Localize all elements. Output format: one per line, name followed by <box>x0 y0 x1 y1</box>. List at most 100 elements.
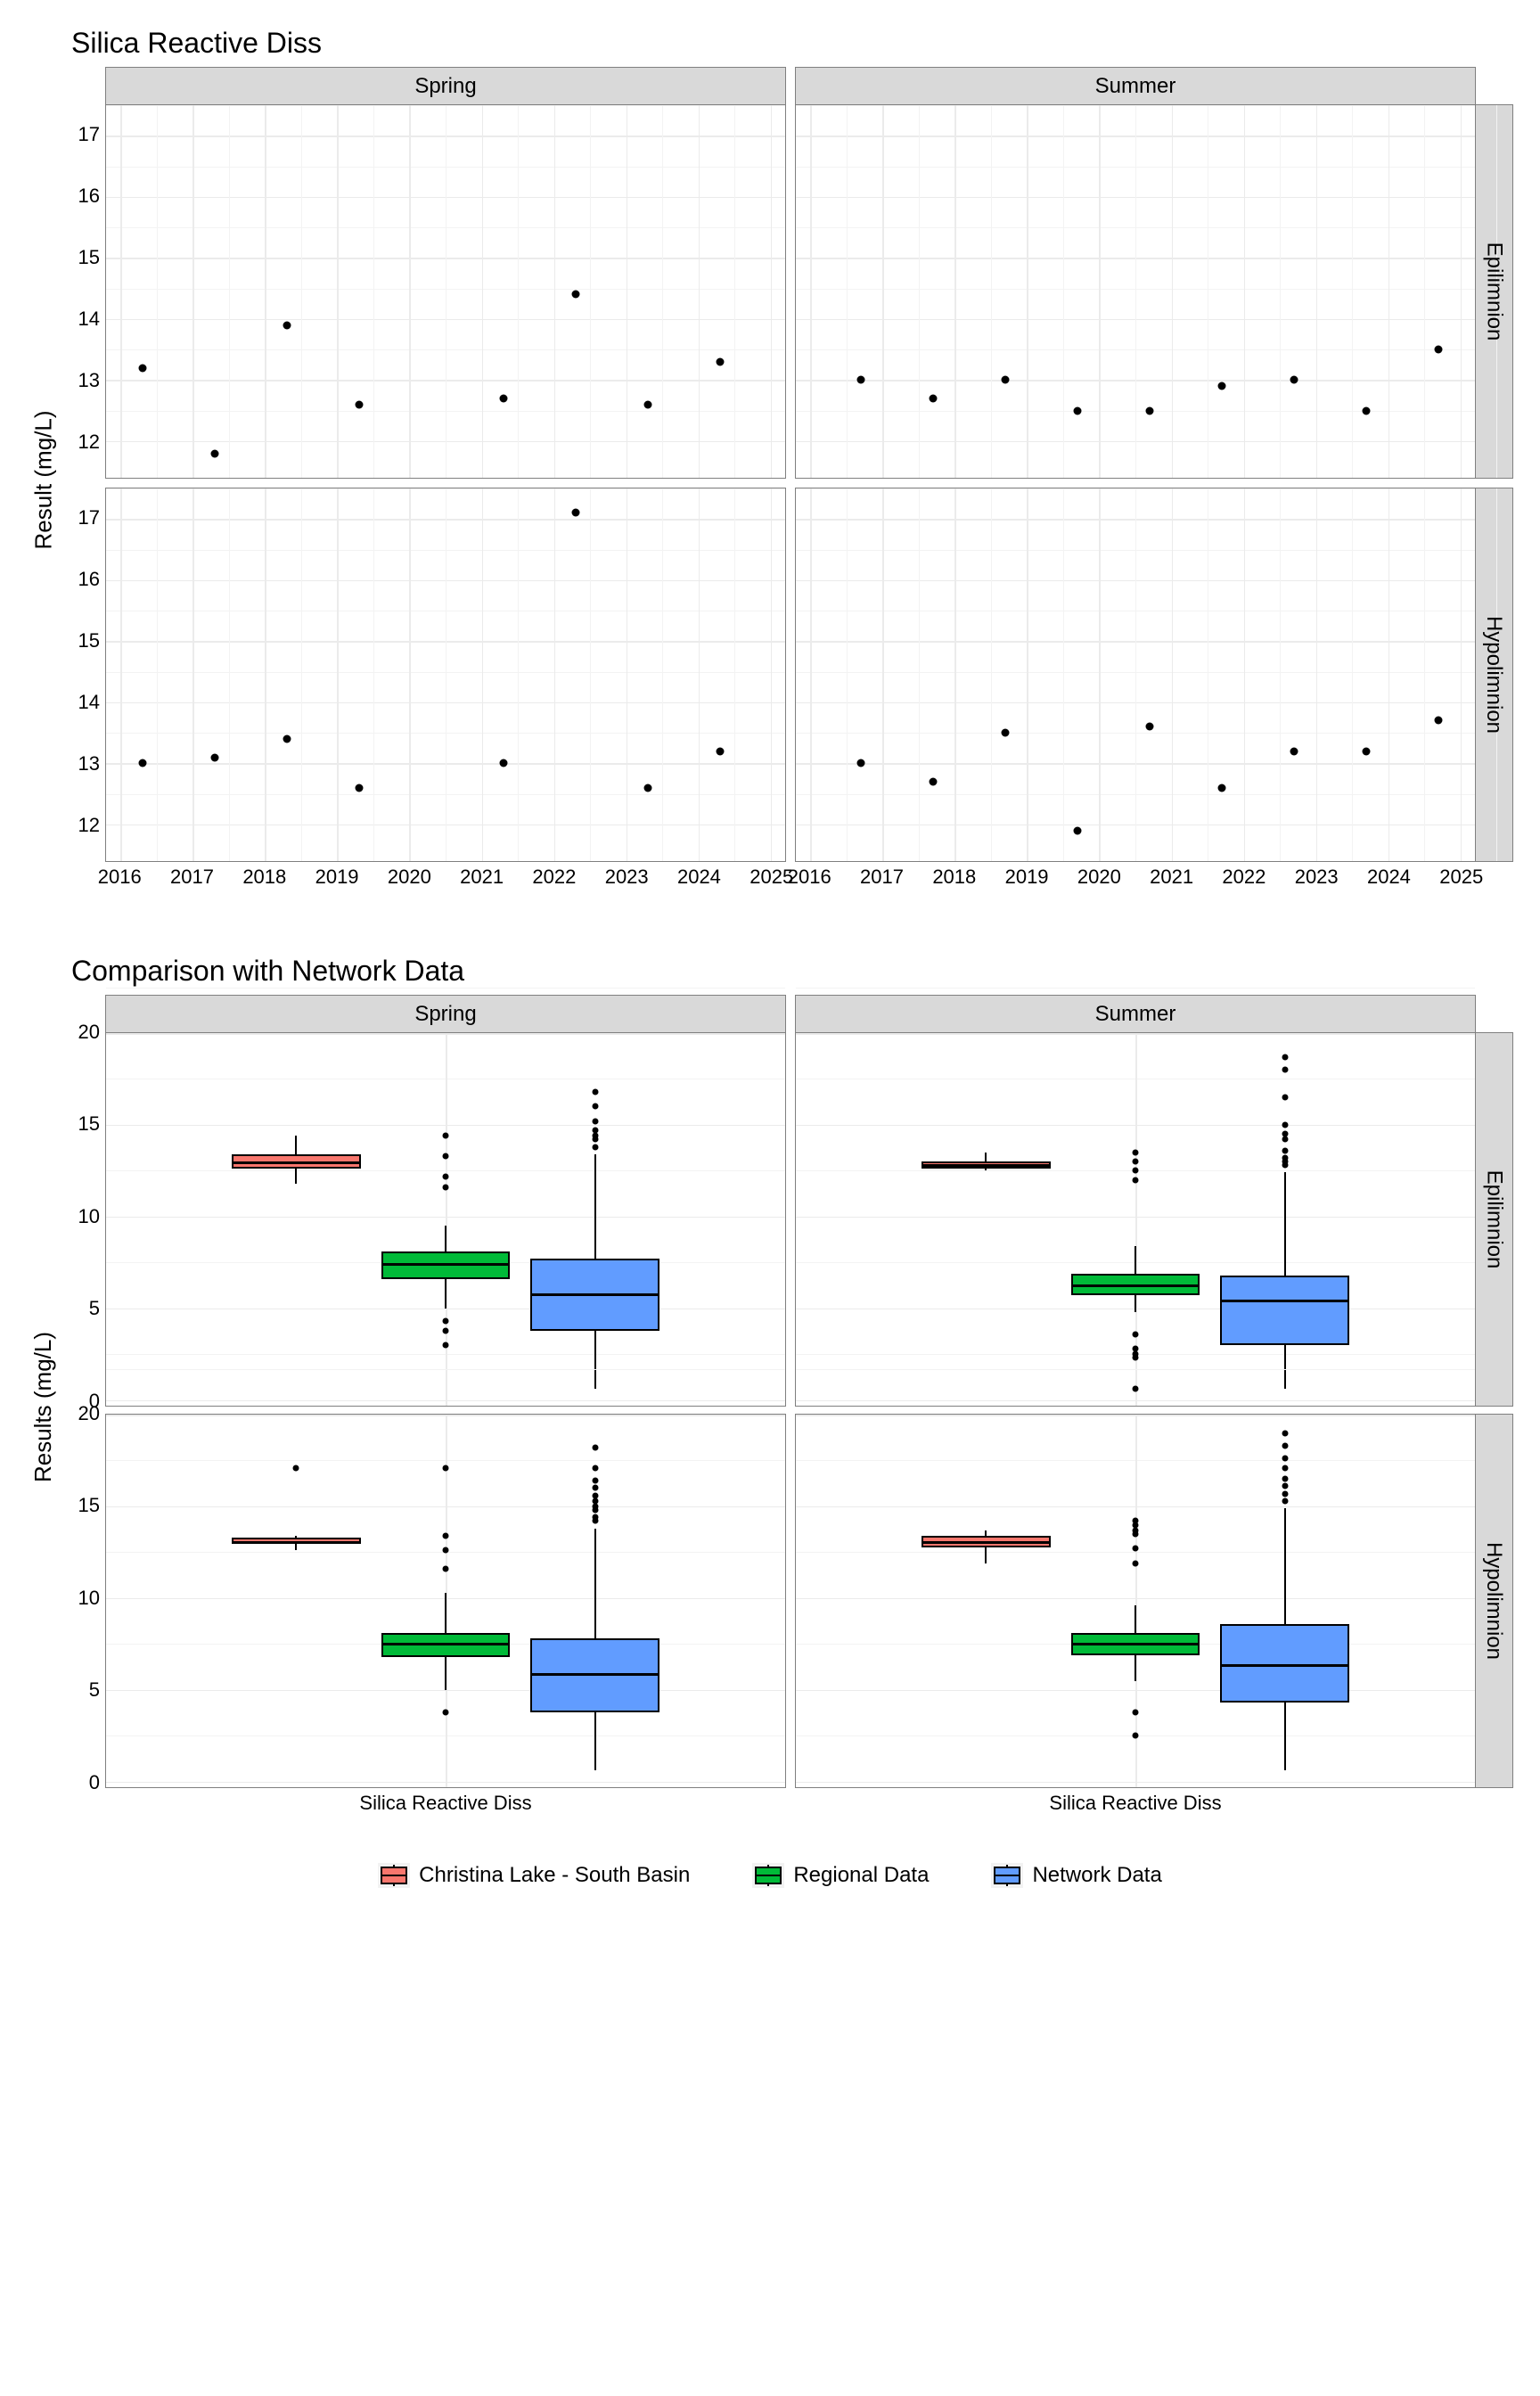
chart1-xticks-summer: 2016201720182019202020212022202320242025 <box>795 862 1476 892</box>
strip2-epi-text: Epilimnion <box>1482 1170 1507 1269</box>
outlier-point <box>592 1088 598 1095</box>
strip-epi: Epilimnion <box>1476 104 1513 479</box>
strip-spring: Spring <box>105 67 786 104</box>
boxplot-box <box>530 1638 659 1711</box>
outlier-point <box>592 1104 598 1110</box>
outlier-point <box>443 1342 449 1349</box>
outlier-point <box>1133 1159 1139 1165</box>
legend-key-icon <box>752 1863 784 1888</box>
outlier-point <box>1133 1168 1139 1174</box>
outlier-point <box>1133 1386 1139 1392</box>
chart1-yticks-row2: 121314151617 <box>61 488 105 862</box>
outlier-point <box>1133 1733 1139 1739</box>
panel-summer-epi <box>795 104 1476 479</box>
panel2-summer-epi <box>795 1032 1476 1407</box>
boxplot-box <box>1220 1276 1349 1345</box>
outlier-point <box>1133 1346 1139 1352</box>
outlier-point <box>592 1133 598 1139</box>
legend-label: Network Data <box>1032 1863 1161 1888</box>
outlier-point <box>592 1478 598 1484</box>
outlier-point <box>1282 1054 1288 1060</box>
data-point <box>138 759 146 767</box>
outlier-point <box>592 1118 598 1124</box>
outlier-point <box>1282 1490 1288 1497</box>
outlier-point <box>1282 1155 1288 1161</box>
outlier-point <box>443 1318 449 1325</box>
chart1-title: Silica Reactive Diss <box>71 27 1513 60</box>
data-point <box>1290 376 1298 384</box>
data-point <box>355 400 363 408</box>
chart2-yticks-row1: 05101520 <box>61 1032 105 1407</box>
data-point <box>571 291 579 299</box>
data-point <box>1002 376 1010 384</box>
chart2-title: Comparison with Network Data <box>71 955 1513 988</box>
panel-spring-epi <box>105 104 786 479</box>
data-point <box>930 394 938 402</box>
strip2-summer: Summer <box>795 995 1476 1032</box>
legend-key-icon <box>991 1863 1023 1888</box>
boxplot-box <box>1220 1624 1349 1703</box>
outlier-point <box>1282 1476 1288 1482</box>
legend-item-network: Network Data <box>991 1863 1161 1888</box>
legend-label: Regional Data <box>793 1863 929 1888</box>
legend: Christina Lake - South Basin Regional Da… <box>27 1863 1513 1888</box>
outlier-point <box>1282 1443 1288 1449</box>
outlier-point <box>1282 1430 1288 1436</box>
strip2-hypo: Hypolimnion <box>1476 1414 1513 1788</box>
outlier-point <box>1133 1177 1139 1183</box>
outlier-point <box>443 1327 449 1333</box>
outlier-point <box>592 1503 598 1509</box>
chart1-ylabel-text: Result (mg/L) <box>30 410 58 549</box>
outlier-point <box>592 1485 598 1491</box>
outlier-point <box>443 1153 449 1159</box>
data-point <box>138 364 146 372</box>
outlier-point <box>592 1144 598 1150</box>
outlier-point <box>1133 1560 1139 1566</box>
outlier-point <box>592 1492 598 1498</box>
outlier-point <box>1282 1498 1288 1504</box>
chart2-ylabel: Results (mg/L) <box>27 995 61 1818</box>
boxplot-box <box>381 1251 511 1279</box>
data-point <box>643 400 651 408</box>
boxplot-box <box>381 1633 511 1657</box>
outlier-point <box>592 1465 598 1471</box>
panel-summer-hypo <box>795 488 1476 862</box>
outlier-point <box>443 1532 449 1539</box>
data-point <box>717 357 725 365</box>
data-point <box>1363 406 1371 414</box>
boxplot-box <box>1071 1274 1200 1296</box>
outlier-point <box>1282 1483 1288 1489</box>
panel2-summer-hypo <box>795 1414 1476 1788</box>
outlier-point <box>443 1133 449 1139</box>
outlier-point <box>1282 1136 1288 1143</box>
strip2-epi: Epilimnion <box>1476 1032 1513 1407</box>
chart2-yticks-row2: 05101520 <box>61 1414 105 1788</box>
strip2-hypo-text: Hypolimnion <box>1482 1542 1507 1660</box>
chart1-yticks-row1: 121314151617 <box>61 104 105 479</box>
data-point <box>210 449 218 457</box>
chart1-facet-grid: Result (mg/L) Spring Summer 121314151617… <box>27 67 1513 892</box>
boxplot-box <box>232 1154 361 1169</box>
outlier-point <box>443 1465 449 1471</box>
outlier-point <box>1133 1527 1139 1533</box>
data-point <box>1435 717 1443 725</box>
legend-key-icon <box>378 1863 410 1888</box>
outlier-point <box>443 1547 449 1554</box>
data-point <box>717 747 725 755</box>
outlier-point <box>293 1465 299 1471</box>
data-point <box>355 784 363 792</box>
outlier-point <box>592 1128 598 1134</box>
data-point <box>1146 723 1154 731</box>
data-point <box>283 734 291 743</box>
boxplot-box <box>922 1161 1051 1169</box>
outlier-point <box>1133 1518 1139 1524</box>
outlier-point <box>1282 1147 1288 1153</box>
data-point <box>499 394 507 402</box>
data-point <box>571 509 579 517</box>
outlier-point <box>443 1173 449 1179</box>
outlier-point <box>443 1565 449 1571</box>
data-point <box>1435 346 1443 354</box>
outlier-point <box>1282 1465 1288 1471</box>
outlier-point <box>1282 1121 1288 1128</box>
outlier-point <box>1282 1067 1288 1073</box>
